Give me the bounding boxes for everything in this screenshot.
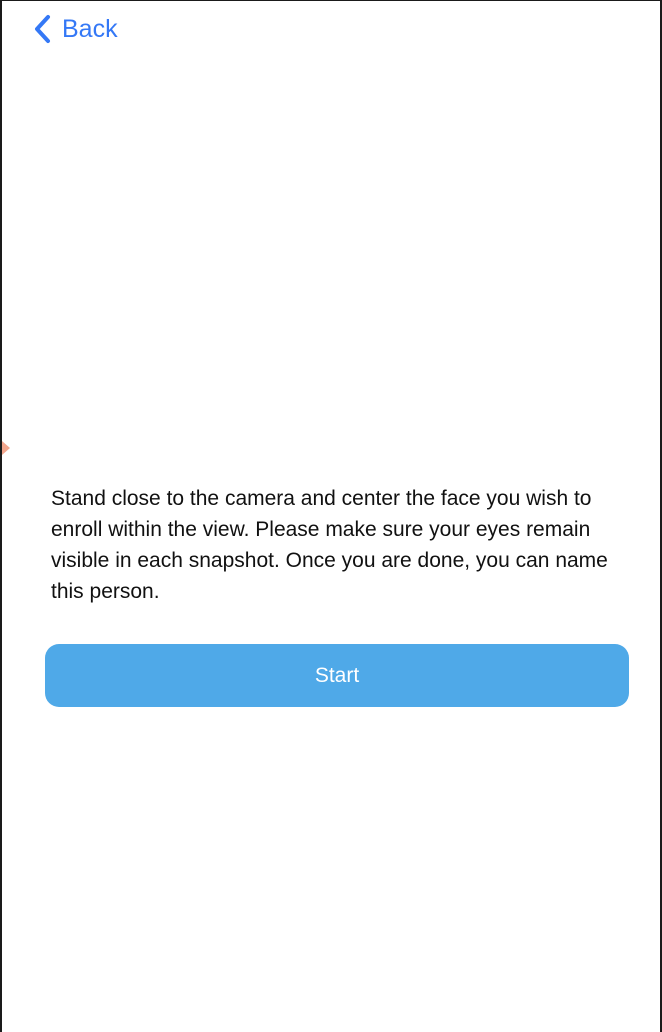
start-button[interactable]: Start	[45, 644, 629, 707]
edge-arrow-indicator	[2, 441, 10, 455]
back-button[interactable]: Back	[32, 11, 118, 47]
enrollment-instructions: Stand close to the camera and center the…	[51, 487, 608, 603]
back-label: Back	[62, 14, 118, 43]
chevron-left-icon	[32, 14, 52, 44]
enroll-face-screen: Back Stand close to the camera and cente…	[0, 0, 662, 1032]
